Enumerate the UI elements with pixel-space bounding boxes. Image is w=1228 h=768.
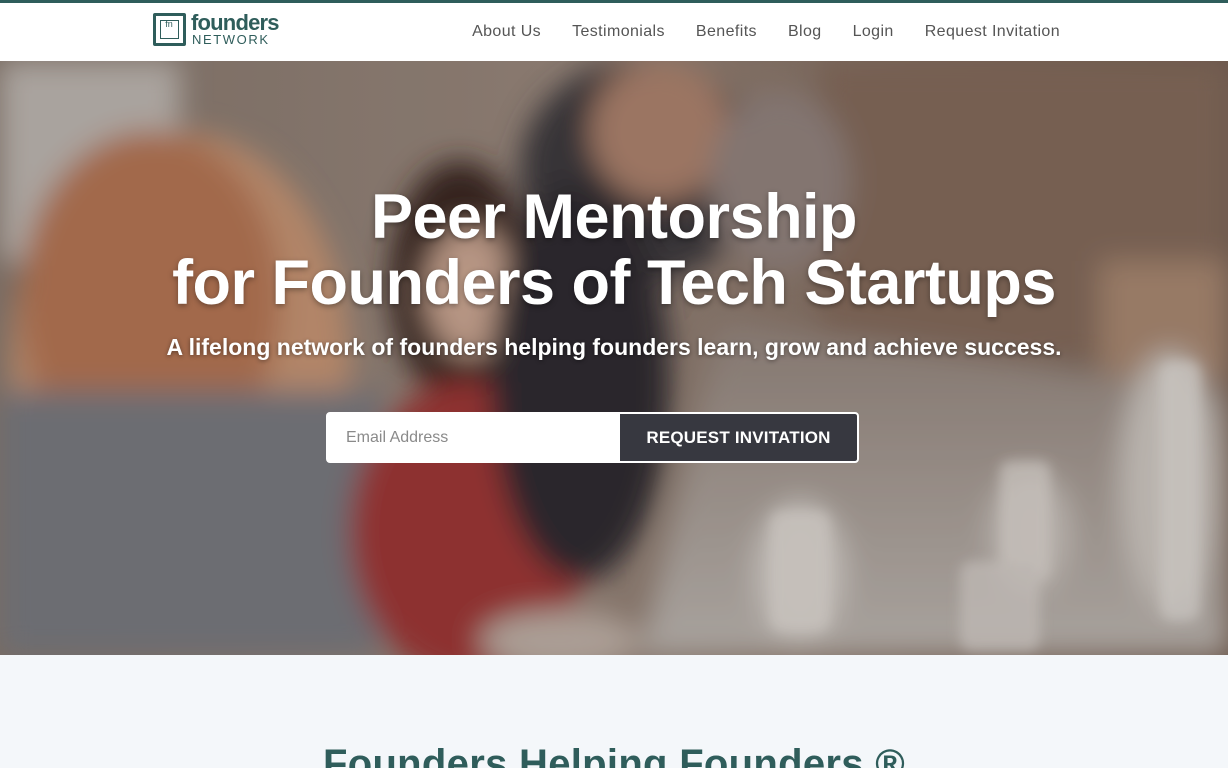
request-invitation-button[interactable]: REQUEST INVITATION xyxy=(620,414,857,461)
founders-network-logo[interactable]: fn founders NETWORK xyxy=(153,11,280,52)
hero-subtitle: A lifelong network of founders helping f… xyxy=(166,334,1062,360)
main-nav: About Us Testimonials Benefits Blog Logi… xyxy=(472,3,1060,61)
hero-title: Peer Mentorship for Founders of Tech Sta… xyxy=(0,184,1228,316)
section-title: Founders Helping Founders ® xyxy=(322,742,906,768)
nav-about-us[interactable]: About Us xyxy=(472,23,541,41)
nav-testimonials[interactable]: Testimonials xyxy=(572,23,665,41)
logo-mark-icon: fn xyxy=(153,13,186,46)
nav-benefits[interactable]: Benefits xyxy=(696,23,757,41)
email-input[interactable] xyxy=(328,414,619,461)
hero-title-line-1: Peer Mentorship xyxy=(370,182,858,252)
hero-title-line-2: for Founders of Tech Startups xyxy=(172,248,1056,318)
nav-blog[interactable]: Blog xyxy=(788,23,822,41)
site-header: fn founders NETWORK About Us Testimonial… xyxy=(0,0,1228,61)
nav-login[interactable]: Login xyxy=(853,23,894,41)
logo-mark-text: fn xyxy=(165,19,173,29)
logo-wordmark-network: NETWORK xyxy=(192,32,270,47)
hero-section: Peer Mentorship for Founders of Tech Sta… xyxy=(0,61,1228,655)
nav-request-invitation[interactable]: Request Invitation xyxy=(925,23,1060,41)
founders-helping-founders-section: Founders Helping Founders ® xyxy=(0,655,1228,768)
invitation-form: REQUEST INVITATION xyxy=(326,412,859,463)
